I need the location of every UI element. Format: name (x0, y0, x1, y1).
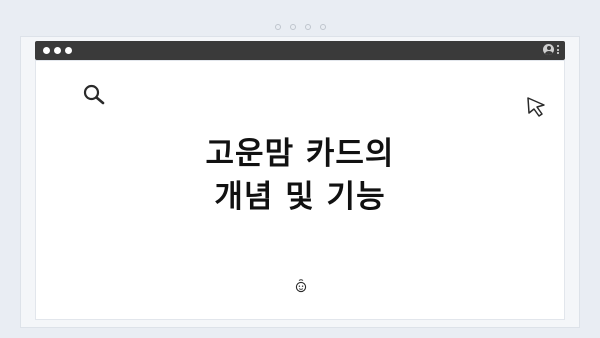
slide-title-line: 개념 및 기능 (214, 179, 386, 215)
slide-title: 고운맘 카드의 개념 및 기능 (36, 133, 564, 219)
kebab-dot (557, 48, 559, 51)
page-indicator-dot (274, 24, 281, 30)
minimize-dot-icon[interactable] (54, 47, 61, 54)
avatar-icon[interactable] (543, 44, 554, 55)
titlebar-actions (543, 44, 559, 55)
window-titlebar (35, 41, 565, 60)
kebab-dot (557, 52, 559, 54)
page-indicator-dot (304, 24, 311, 30)
page-indicator-dot (319, 24, 326, 30)
search-icon (83, 84, 105, 105)
close-dot-icon[interactable] (43, 47, 50, 54)
slide-title-line: 고운맘 카드의 (205, 136, 395, 172)
browser-window: 고운맘 카드의 개념 및 기능 (20, 36, 580, 328)
page-indicator-dots (0, 24, 600, 30)
page-indicator-dot (289, 24, 296, 30)
cursor-arrow-icon (527, 97, 545, 117)
content-area: 고운맘 카드의 개념 및 기능 (35, 60, 565, 320)
window-controls (43, 47, 72, 54)
smile-icon (295, 279, 307, 293)
kebab-dot (557, 45, 559, 47)
maximize-dot-icon[interactable] (65, 47, 72, 54)
kebab-menu-icon[interactable] (557, 45, 559, 54)
